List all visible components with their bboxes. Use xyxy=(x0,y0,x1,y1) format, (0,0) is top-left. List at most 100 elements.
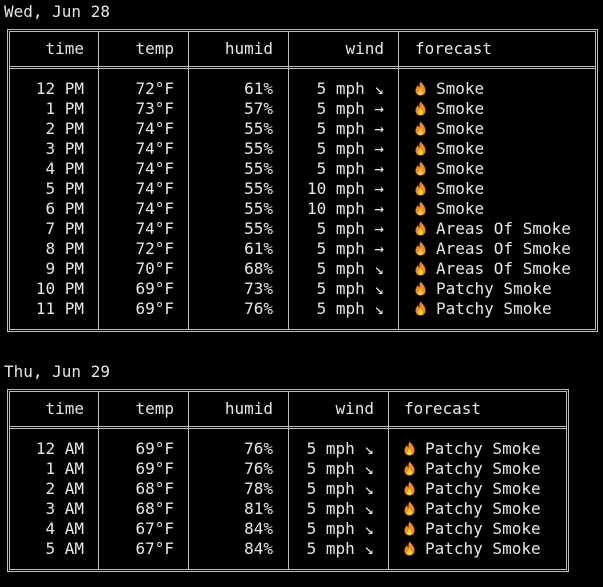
column-header-wind: wind xyxy=(345,39,384,58)
forecast-text: Smoke xyxy=(436,199,485,218)
forecast-cell: Patchy Smoke xyxy=(404,479,564,499)
forecast-cell: Areas Of Smoke xyxy=(415,219,595,239)
forecast-cell: Smoke xyxy=(415,179,595,199)
forecast-text: Patchy Smoke xyxy=(425,439,541,458)
temp-cell: 72°F xyxy=(135,239,174,258)
table-row: 1 PM 73°F 57% 5 mph → Smoke xyxy=(10,99,595,119)
table-row: 3 PM 74°F 55% 5 mph → Smoke xyxy=(10,139,595,159)
forecast-text: Patchy Smoke xyxy=(425,479,541,498)
forecast-cell: Smoke xyxy=(415,139,595,159)
table-row: 12 AM 69°F 76% 5 mph ↘ Patchy Smoke xyxy=(10,439,566,459)
table-row: 10 PM 69°F 73% 5 mph ↘ Patchy Smoke xyxy=(10,279,595,299)
humid-cell: 78% xyxy=(244,479,273,498)
forecast-text: Smoke xyxy=(436,119,485,138)
wind-cell: 5 mph ↘ xyxy=(306,459,374,478)
wind-cell: 5 mph → xyxy=(316,219,384,238)
temp-cell: 68°F xyxy=(135,479,174,498)
column-header-temp: temp xyxy=(135,39,174,58)
table-row: 9 PM 70°F 68% 5 mph ↘ Areas Of Smoke xyxy=(10,259,595,279)
forecast-cell: Areas Of Smoke xyxy=(415,239,595,259)
forecast-text: Smoke xyxy=(436,99,485,118)
wind-cell: 5 mph → xyxy=(316,159,384,178)
forecast-cell: Patchy Smoke xyxy=(415,279,595,299)
forecast-cell: Patchy Smoke xyxy=(404,539,564,559)
forecast-cell: Smoke xyxy=(415,199,595,219)
wind-cell: 5 mph ↘ xyxy=(306,439,374,458)
table-row: 4 AM 67°F 84% 5 mph ↘ Patchy Smoke xyxy=(10,519,566,539)
time-cell: 4 AM xyxy=(45,519,84,538)
table-row: 3 AM 68°F 81% 5 mph ↘ Patchy Smoke xyxy=(10,499,566,519)
forecast-cell: Patchy Smoke xyxy=(415,299,595,319)
temp-cell: 69°F xyxy=(135,459,174,478)
temp-cell: 67°F xyxy=(135,539,174,558)
humid-cell: 84% xyxy=(244,539,273,558)
time-cell: 12 AM xyxy=(35,439,84,458)
time-cell: 6 PM xyxy=(45,199,84,218)
forecast-text: Patchy Smoke xyxy=(425,539,541,558)
temp-cell: 74°F xyxy=(135,159,174,178)
time-cell: 3 AM xyxy=(45,499,84,518)
fire-icon xyxy=(415,101,426,116)
temp-cell: 67°F xyxy=(135,519,174,538)
forecast-text: Patchy Smoke xyxy=(425,459,541,478)
forecast-cell: Patchy Smoke xyxy=(404,499,564,519)
forecast-table: time temp humid wind forecast 12 AM 69°F 7… xyxy=(7,389,569,572)
time-cell: 2 AM xyxy=(45,479,84,498)
time-cell: 2 PM xyxy=(45,119,84,138)
wind-cell: 5 mph ↘ xyxy=(316,259,384,278)
column-header-forecast: forecast xyxy=(415,39,493,58)
temp-cell: 74°F xyxy=(135,179,174,198)
time-cell: 8 PM xyxy=(45,239,84,258)
time-cell: 1 PM xyxy=(45,99,84,118)
fire-icon xyxy=(415,241,426,256)
wind-cell: 5 mph ↘ xyxy=(306,479,374,498)
fire-icon xyxy=(404,521,415,536)
fire-icon xyxy=(415,121,426,136)
wind-cell: 5 mph ↘ xyxy=(306,539,374,558)
humid-cell: 61% xyxy=(244,79,273,98)
fire-icon xyxy=(415,201,426,216)
fire-icon xyxy=(415,161,426,176)
wind-cell: 5 mph ↘ xyxy=(306,519,374,538)
time-cell: 12 PM xyxy=(35,79,84,98)
fire-icon xyxy=(404,441,415,456)
wind-cell: 5 mph → xyxy=(316,239,384,258)
forecast-text: Patchy Smoke xyxy=(425,499,541,518)
column-header-forecast: forecast xyxy=(404,399,482,418)
table-row: 5 PM 74°F 55% 10 mph → Smoke xyxy=(10,179,595,199)
column-header-time: time xyxy=(45,399,84,418)
temp-cell: 68°F xyxy=(135,499,174,518)
day-label: Wed, Jun 28 xyxy=(4,2,110,21)
forecast-cell: Patchy Smoke xyxy=(404,439,564,459)
humid-cell: 57% xyxy=(244,99,273,118)
forecast-cell: Patchy Smoke xyxy=(404,459,564,479)
humid-cell: 55% xyxy=(244,159,273,178)
forecast-text: Areas Of Smoke xyxy=(436,259,571,278)
temp-cell: 74°F xyxy=(135,219,174,238)
wind-cell: 5 mph ↘ xyxy=(316,279,384,298)
table-row: 6 PM 74°F 55% 10 mph → Smoke xyxy=(10,199,595,219)
table-row: 12 PM 72°F 61% 5 mph ↘ Smoke xyxy=(10,79,595,99)
forecast-table: time temp humid wind forecast 12 PM 72°F 6… xyxy=(7,29,598,332)
table-row: 5 AM 67°F 84% 5 mph ↘ Patchy Smoke xyxy=(10,539,566,559)
temp-cell: 69°F xyxy=(135,299,174,318)
fire-icon xyxy=(415,181,426,196)
fire-icon xyxy=(415,261,426,276)
humid-cell: 55% xyxy=(244,199,273,218)
table-row: 11 PM 69°F 76% 5 mph ↘ Patchy Smoke xyxy=(10,299,595,319)
table-row: 7 PM 74°F 55% 5 mph → Areas Of Smoke xyxy=(10,219,595,239)
column-header-humid: humid xyxy=(224,39,273,58)
temp-cell: 74°F xyxy=(135,119,174,138)
time-cell: 3 PM xyxy=(45,139,84,158)
column-header-wind: wind xyxy=(335,399,374,418)
wind-cell: 10 mph → xyxy=(306,199,384,218)
temp-cell: 69°F xyxy=(135,439,174,458)
wind-cell: 5 mph → xyxy=(316,139,384,158)
day-label: Thu, Jun 29 xyxy=(4,362,110,381)
forecast-text: Patchy Smoke xyxy=(425,519,541,538)
fire-icon xyxy=(415,81,426,96)
table-row: 8 PM 72°F 61% 5 mph → Areas Of Smoke xyxy=(10,239,595,259)
wind-cell: 5 mph ↘ xyxy=(316,299,384,318)
humid-cell: 55% xyxy=(244,119,273,138)
forecast-cell: Patchy Smoke xyxy=(404,519,564,539)
